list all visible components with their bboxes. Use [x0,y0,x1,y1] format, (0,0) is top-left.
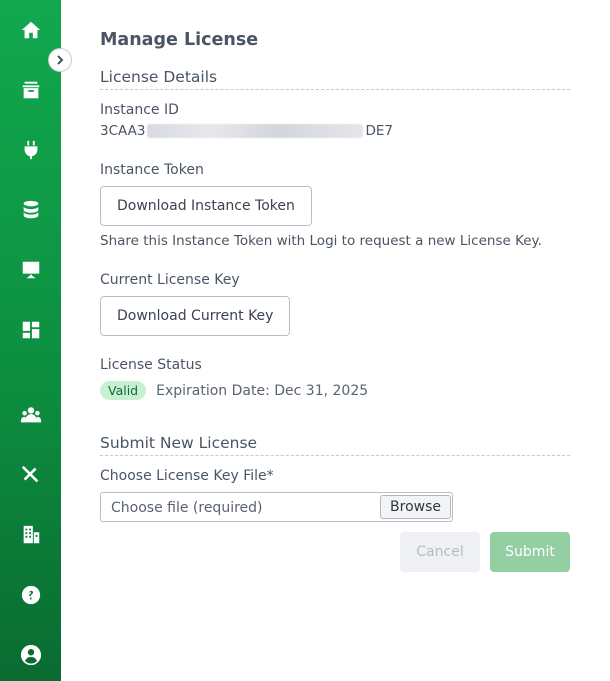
users-icon[interactable] [19,403,43,427]
license-key-file-label: Choose License Key File* [100,468,274,484]
status-badge: Valid [100,381,147,400]
sidebar [0,0,61,681]
file-input-placeholder: Choose file (required) [111,500,263,516]
account-icon[interactable] [19,643,43,667]
expiration-date: Expiration Date: Dec 31, 2025 [156,382,369,399]
dashboard-icon[interactable] [19,318,43,342]
redacted-segment [147,124,364,138]
license-status-label: License Status [100,357,202,373]
license-key-file-input[interactable]: Choose file (required) Browse [100,492,453,522]
browse-button[interactable]: Browse [380,495,451,519]
tools-icon[interactable] [19,463,43,487]
help-icon[interactable] [19,583,43,607]
page-title: Manage License [100,30,259,50]
current-license-key-label: Current License Key [100,272,240,288]
instance-id-prefix: 3CAA3 [100,123,146,139]
sidebar-collapse-button[interactable] [48,48,72,72]
building-icon[interactable] [19,523,43,547]
license-status-row: Valid Expiration Date: Dec 31, 2025 [100,381,368,400]
instance-token-label: Instance Token [100,162,204,178]
token-helper-text: Share this Instance Token with Logi to r… [100,233,542,249]
home-icon[interactable] [19,18,43,42]
archive-icon[interactable] [19,78,43,102]
chevron-right-icon [57,55,64,65]
download-current-key-button[interactable]: Download Current Key [100,296,291,336]
license-details-heading: License Details [100,68,570,90]
instance-id-value: 3CAA3 DE7 [100,123,393,139]
download-instance-token-button[interactable]: Download Instance Token [100,186,312,226]
presentation-icon[interactable] [19,258,43,282]
cancel-button[interactable]: Cancel [400,532,480,572]
database-icon[interactable] [19,198,43,222]
plug-icon[interactable] [19,138,43,162]
instance-id-label: Instance ID [100,102,179,118]
submit-new-license-heading: Submit New License [100,434,570,456]
instance-id-suffix: DE7 [365,123,393,139]
submit-button[interactable]: Submit [490,532,570,572]
